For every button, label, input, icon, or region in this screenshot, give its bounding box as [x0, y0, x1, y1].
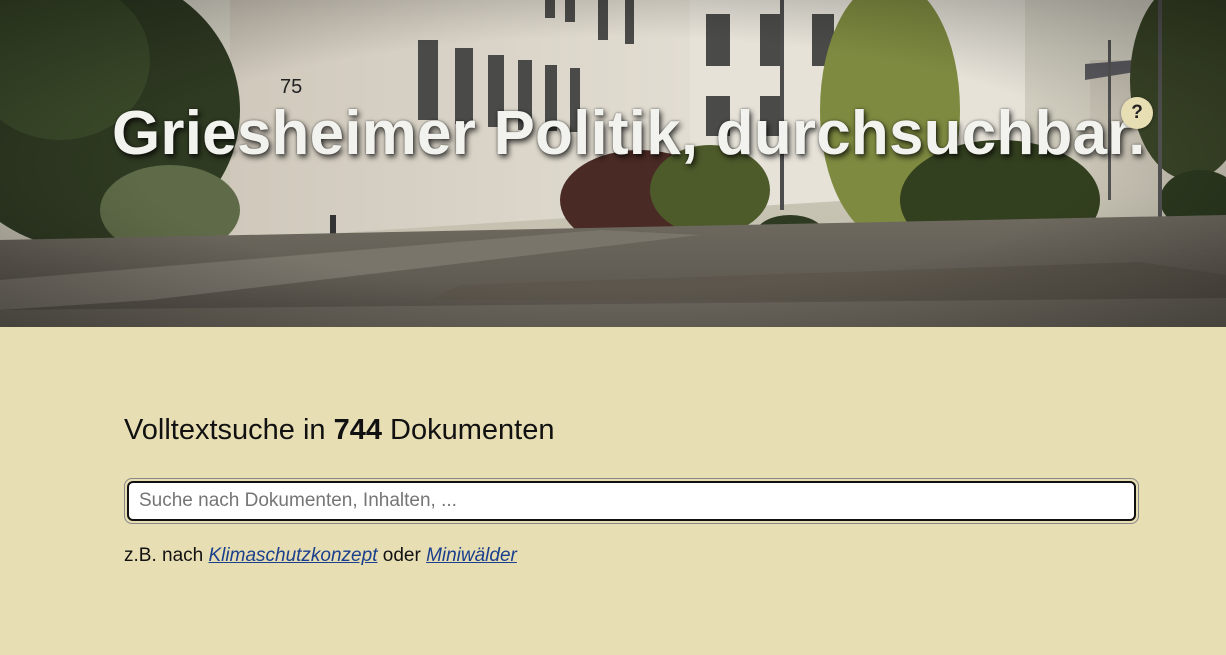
search-input[interactable]	[127, 481, 1136, 521]
hero-banner: 75 Griesheimer Politik, durchsuchbar. ?	[0, 0, 1226, 327]
examples-prefix: z.B. nach	[124, 545, 209, 566]
examples-connector: oder	[377, 545, 427, 566]
building-number: 75	[280, 76, 303, 98]
example-link-miniwaelder[interactable]: Miniwälder	[426, 545, 517, 566]
example-link-klimaschutzkonzept[interactable]: Klimaschutzkonzept	[209, 545, 378, 566]
help-button[interactable]: ?	[1121, 97, 1153, 129]
search-section: Volltextsuche in 744 Dokumenten z.B. nac…	[124, 410, 1140, 568]
document-count: 744	[333, 414, 382, 446]
heading-suffix: Dokumenten	[381, 414, 555, 446]
search-examples: z.B. nach Klimaschutzkonzept oder Miniwä…	[124, 544, 1140, 568]
heading-prefix: Volltextsuche in	[124, 414, 334, 446]
search-heading: Volltextsuche in 744 Dokumenten	[124, 410, 1140, 450]
site-title: Griesheimer Politik, durchsuchbar.	[112, 99, 1146, 168]
search-field-frame	[124, 478, 1139, 524]
